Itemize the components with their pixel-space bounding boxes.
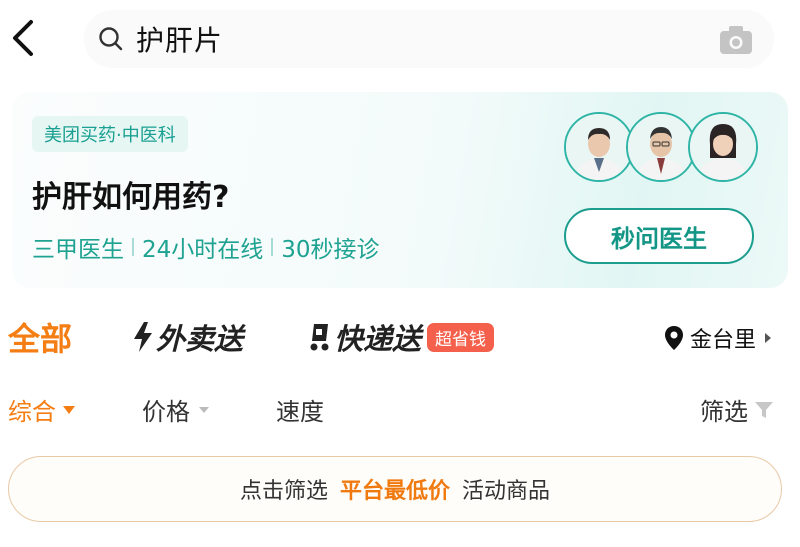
sort-price-label: 价格 [142, 398, 190, 426]
back-button[interactable] [4, 16, 44, 60]
tab-waimai-label: 外卖送 [156, 322, 244, 356]
promo-title: 护肝如何用药? [32, 180, 230, 215]
feature-divider [271, 238, 274, 256]
doctor-avatars [564, 112, 758, 184]
sort-zonghe[interactable]: 综合 [8, 392, 76, 427]
banner-suffix: 活动商品 [462, 479, 551, 504]
doctor-avatar [688, 112, 758, 182]
feature-item: 24小时在线 [142, 237, 264, 263]
caret-down-icon [63, 405, 75, 414]
tab-kuaidi[interactable]: 快递送 超省钱 [306, 316, 495, 358]
search-input[interactable]: 护肝片 [84, 10, 774, 68]
sort-speed[interactable]: 速度 [276, 392, 324, 427]
location-selector[interactable]: 金台里 [664, 322, 772, 354]
lowest-price-filter-banner[interactable]: 点击筛选 平台最低价 活动商品 [8, 456, 782, 522]
feature-divider [132, 238, 134, 256]
express-icon [310, 324, 329, 351]
promo-tag: 美团买药·中医科 [32, 116, 188, 152]
location-pin-icon [665, 326, 683, 350]
back-arrow-icon [13, 20, 33, 56]
promo-features: 三甲医生 24小时在线 30秒接诊 [32, 230, 380, 264]
feature-item: 三甲医生 [32, 237, 124, 263]
caret-right-icon [765, 333, 772, 343]
filter-button[interactable]: 筛选 [700, 392, 774, 427]
search-icon [96, 24, 126, 54]
search-header: 护肝片 [0, 0, 800, 80]
feature-item: 30秒接诊 [281, 237, 380, 263]
filter-label: 筛选 [700, 398, 748, 426]
sort-bar: 综合 价格 速度 筛选 [0, 380, 800, 442]
doctor-avatar [626, 112, 696, 182]
banner-prefix: 点击筛选 [239, 479, 328, 504]
ask-doctor-button[interactable]: 秒问医生 [564, 208, 754, 264]
tab-waimai[interactable]: 外卖送 [132, 316, 243, 358]
sort-speed-label: 速度 [276, 398, 324, 426]
camera-icon[interactable] [718, 24, 754, 56]
consult-promo-card[interactable]: 美团买药·中医科 护肝如何用药? 三甲医生 24小时在线 30秒接诊 秒问医生 [12, 92, 788, 288]
banner-highlight: 平台最低价 [339, 479, 450, 504]
lightning-icon [134, 322, 152, 352]
doctor-avatar [564, 112, 634, 182]
delivery-tabs: 全部 外卖送 快递送 超省钱 金台里 [0, 300, 800, 370]
tab-all[interactable]: 全部 [8, 314, 72, 360]
sort-price[interactable]: 价格 [142, 392, 210, 427]
location-name: 金台里 [690, 328, 757, 353]
tab-kuaidi-label: 快递送 [334, 322, 422, 356]
savings-badge: 超省钱 [427, 322, 495, 352]
sort-zonghe-label: 综合 [8, 398, 56, 426]
search-query: 护肝片 [136, 24, 224, 57]
caret-down-icon [199, 406, 209, 413]
funnel-icon [755, 401, 773, 418]
